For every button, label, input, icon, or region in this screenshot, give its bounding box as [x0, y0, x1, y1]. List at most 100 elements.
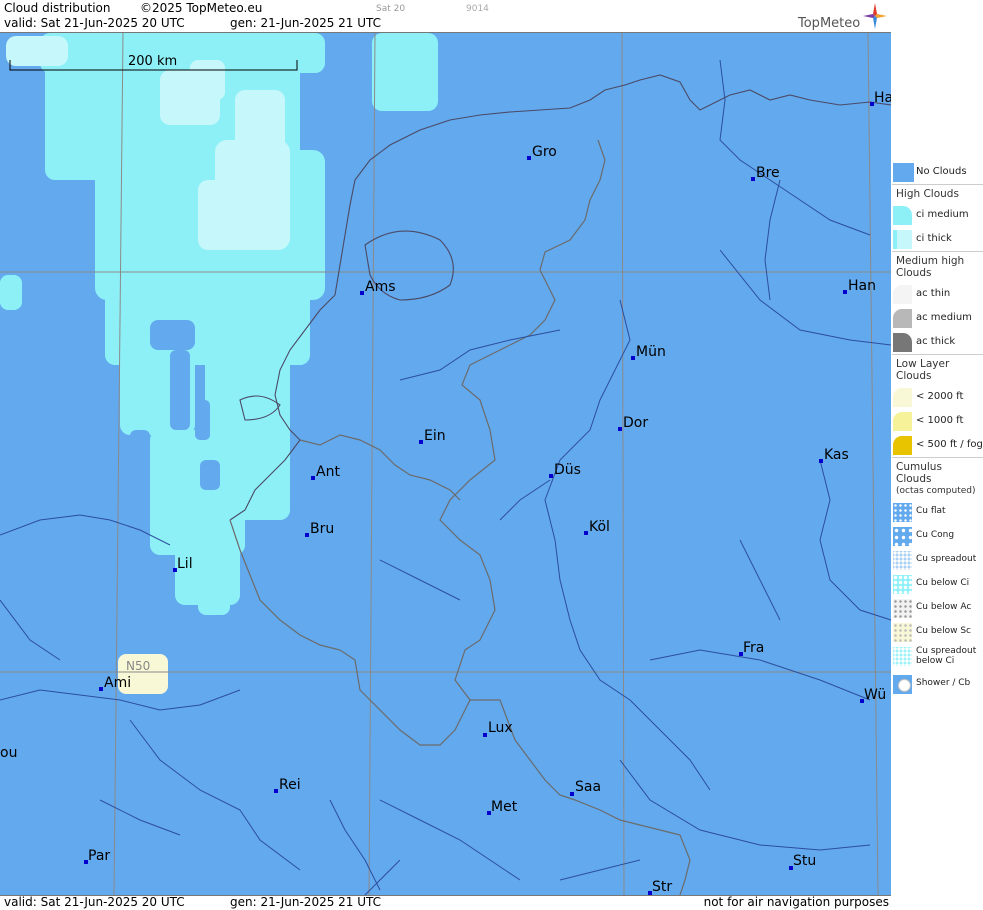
legend-cu-spread: Cu spreadout	[892, 548, 983, 572]
city-label-rei: Rei	[279, 777, 301, 793]
header-bar: Cloud distribution ©2025 TopMeteo.eu Sat…	[0, 0, 891, 33]
city-label-lil: Lil	[177, 556, 193, 572]
city-label-ou: ou	[0, 745, 17, 761]
legend-label: Cu Cong	[916, 530, 955, 540]
legend-medium-heading: Medium high Clouds	[892, 251, 983, 282]
no-clouds-swatch	[893, 163, 914, 182]
city-dot-rei	[274, 789, 278, 793]
legend-label: ac thin	[916, 288, 951, 299]
cu-below-ac-swatch	[893, 599, 912, 618]
cu-spread-swatch	[893, 551, 912, 570]
city-label-fra: Fra	[743, 640, 764, 656]
latitude-label: N50	[126, 659, 150, 673]
legend-label: ci thick	[916, 233, 952, 244]
legend-no-clouds: No Clouds	[892, 160, 983, 184]
city-label-gro: Gro	[532, 144, 557, 160]
city-dot-lux	[483, 733, 487, 737]
city-dot-mun	[631, 356, 635, 360]
city-dot-gro	[527, 156, 531, 160]
scale-label: 200 km	[128, 54, 177, 69]
city-dot-ami	[99, 687, 103, 691]
copyright: ©2025 TopMeteo.eu	[140, 1, 263, 15]
city-dot-dor	[618, 427, 622, 431]
cloud-map[interactable]: 200 km N50 Gro Bre Ha Ams Han Mün Ein Do…	[0, 33, 891, 895]
legend-low-heading: Low Layer Clouds	[892, 354, 983, 385]
city-label-ha: Ha	[874, 90, 891, 106]
legend-label: Cu below Sc	[916, 626, 971, 636]
legend-label: Shower / Cb	[916, 678, 971, 688]
city-label-dor: Dor	[623, 415, 648, 431]
city-label-par: Par	[88, 848, 110, 864]
legend-shower: Shower / Cb	[892, 672, 983, 696]
city-label-kas: Kas	[824, 447, 849, 463]
legend-label: < 500 ft / fog	[916, 439, 983, 450]
legend-cumulus-heading: Cumulus Clouds (octas computed)	[892, 457, 983, 500]
cumulus-subheading: (octas computed)	[896, 486, 976, 496]
legend-label: Cu spreadout below Ci	[916, 646, 977, 666]
legend-cu-flat: Cu flat	[892, 500, 983, 524]
legend-label: Cu spreadout	[916, 554, 977, 564]
legend-ac-thin: ac thin	[892, 282, 983, 306]
legend-label: ci medium	[916, 209, 969, 220]
city-label-bru: Bru	[310, 521, 334, 537]
footer-bar: valid: Sat 21-Jun-2025 20 UTC gen: 21-Ju…	[0, 895, 891, 910]
city-label-met: Met	[491, 799, 518, 815]
navigation-disclaimer: not for air navigation purposes	[703, 895, 889, 909]
legend-ci-medium: ci medium	[892, 203, 983, 227]
city-dot-dus	[549, 474, 553, 478]
city-label-dus: Düs	[554, 462, 581, 478]
cu-cong-swatch	[893, 527, 912, 546]
city-label-ein: Ein	[424, 428, 446, 444]
footer-generated-time: gen: 21-Jun-2025 21 UTC	[230, 895, 382, 909]
map-title: Cloud distribution	[4, 1, 111, 15]
legend-label: ac medium	[916, 312, 972, 323]
city-label-str: Str	[652, 879, 672, 895]
city-dot-ein	[419, 440, 423, 444]
legend-label: Cu below Ac	[916, 602, 972, 612]
ac-thick-swatch	[893, 333, 912, 352]
city-label-ams: Ams	[365, 279, 396, 295]
legend-label: Cu flat	[916, 506, 946, 516]
ci-medium-swatch	[893, 206, 912, 225]
shower-swatch	[893, 675, 912, 694]
product-code: 9014	[466, 4, 489, 14]
city-dot-kol	[584, 531, 588, 535]
legend-label: No Clouds	[916, 166, 967, 177]
legend-label: ac thick	[916, 336, 956, 347]
city-label-wu: Wü	[864, 687, 886, 703]
ci-thick-swatch	[893, 230, 912, 249]
city-label-mun: Mün	[636, 344, 666, 360]
city-label-han: Han	[848, 278, 876, 294]
brand-name: TopMeteo	[798, 16, 861, 31]
city-label-stu: Stu	[793, 853, 816, 869]
legend-label: < 2000 ft	[916, 391, 964, 402]
legend-ac-medium: ac medium	[892, 306, 983, 330]
city-dot-bre	[751, 177, 755, 181]
city-dot-kas	[819, 459, 823, 463]
legend-cu-below-ac: Cu below Ac	[892, 596, 983, 620]
city-label-kol: Köl	[589, 519, 610, 535]
legend-cu-spread-ci: Cu spreadout below Ci	[892, 644, 983, 672]
city-dot-han	[843, 290, 847, 294]
valid-time: valid: Sat 21-Jun-2025 20 UTC	[4, 16, 185, 30]
legend-low-500: < 500 ft / fog	[892, 433, 983, 457]
city-dot-ams	[360, 291, 364, 295]
low-2000-swatch	[893, 388, 912, 407]
city-label-saa: Saa	[575, 779, 601, 795]
generated-time: gen: 21-Jun-2025 21 UTC	[230, 16, 382, 30]
cu-below-sc-swatch	[893, 623, 912, 642]
legend-label: < 1000 ft	[916, 415, 964, 426]
footer-valid-time: valid: Sat 21-Jun-2025 20 UTC	[4, 895, 185, 909]
city-dot-ant	[311, 476, 315, 480]
city-label-ant: Ant	[316, 464, 340, 480]
map-canvas: 200 km N50 Gro Bre Ha Ams Han Mün Ein Do…	[0, 33, 891, 895]
city-label-lux: Lux	[488, 720, 513, 736]
city-dot-saa	[570, 792, 574, 796]
city-dot-bru	[305, 533, 309, 537]
ac-medium-swatch	[893, 309, 912, 328]
compass-star-icon	[863, 3, 887, 29]
city-label-ami: Ami	[104, 675, 131, 691]
legend-panel: No Clouds High Clouds ci medium ci thick…	[892, 160, 983, 696]
legend-cu-below-ci: Cu below Ci	[892, 572, 983, 596]
cu-spread-ci-swatch	[893, 647, 912, 666]
